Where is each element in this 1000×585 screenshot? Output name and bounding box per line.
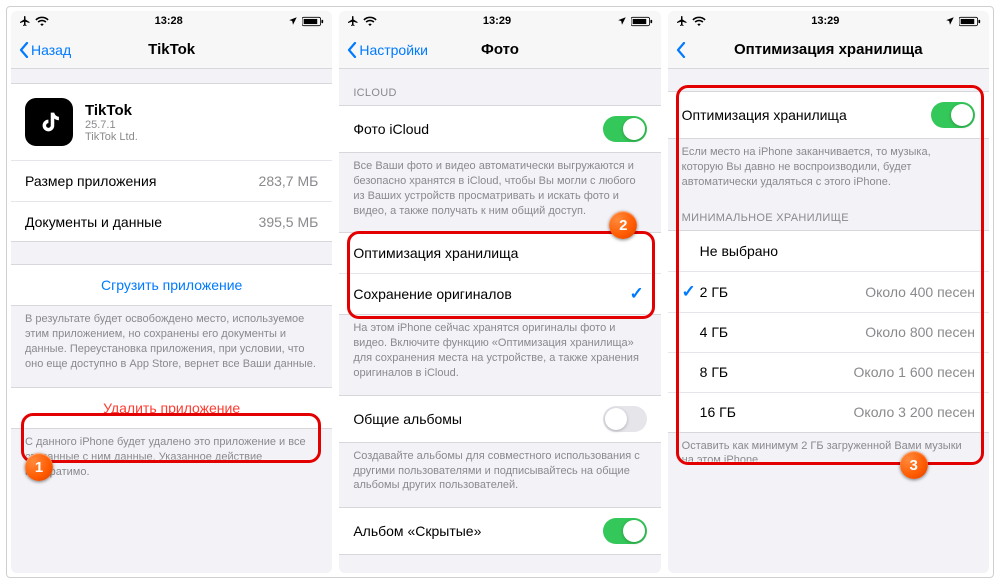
min-storage-group: Не выбрано✓2 ГБОколо 400 песен4 ГБОколо …	[668, 230, 989, 433]
optimize-description: На этом iPhone сейчас хранятся оригиналы…	[339, 315, 660, 384]
app-vendor: TikTok Ltd.	[85, 131, 138, 143]
hidden-album-toggle[interactable]	[603, 518, 647, 544]
storage-option-row[interactable]: ✓2 ГБОколо 400 песен	[668, 271, 989, 312]
icloud-photos-toggle[interactable]	[603, 116, 647, 142]
delete-app-button[interactable]: Удалить приложение	[11, 388, 332, 428]
checkmark-icon: ✓	[678, 282, 700, 302]
battery-icon	[302, 16, 324, 27]
battery-icon	[631, 16, 653, 27]
chevron-left-icon	[19, 42, 29, 58]
row-app-size: Размер приложения 283,7 МБ	[11, 161, 332, 201]
value: 395,5 МБ	[259, 214, 319, 230]
label: Размер приложения	[25, 173, 259, 189]
screenshot-tiktok-storage: 13:28 Назад TikTok TikTok	[11, 11, 332, 573]
minimum-description: Оставить как минимум 2 ГБ загруженной Ва…	[668, 433, 989, 473]
airplane-icon	[347, 15, 359, 27]
chevron-left-icon	[676, 42, 686, 58]
screenshot-photos-settings: 13:29 Настройки Фото ICLOUD Фото iCloud …	[339, 11, 660, 573]
storage-option-row[interactable]: Не выбрано	[668, 231, 989, 271]
location-icon	[288, 16, 298, 26]
row-optimize-main[interactable]: Оптимизация хранилища	[668, 92, 989, 138]
value: 283,7 МБ	[259, 173, 319, 189]
status-bar: 13:29	[339, 11, 660, 31]
wifi-icon	[363, 16, 377, 26]
optimize-main-description: Если место на iPhone заканчивается, то м…	[668, 139, 989, 194]
nav-bar: Настройки Фото	[339, 31, 660, 69]
offload-description: В результате будет освобождено место, ис…	[11, 306, 332, 375]
offload-app-button[interactable]: Сгрузить приложение	[11, 265, 332, 305]
storage-option-row[interactable]: 8 ГБОколо 1 600 песен	[668, 352, 989, 392]
airplane-icon	[676, 15, 688, 27]
option-label: 16 ГБ	[700, 404, 854, 420]
tiktok-app-icon	[25, 98, 73, 146]
option-value: Около 3 200 песен	[854, 404, 975, 420]
status-time: 13:29	[811, 15, 839, 27]
screenshot-music-optimize: 13:29 Оптимизация хранилища Оптимизация …	[668, 11, 989, 573]
status-bar: 13:28	[11, 11, 332, 31]
back-label: Настройки	[359, 42, 428, 58]
storage-option-row[interactable]: 4 ГБОколо 800 песен	[668, 312, 989, 352]
row-hidden-album[interactable]: Альбом «Скрытые»	[339, 508, 660, 554]
back-button[interactable]: Настройки	[347, 42, 428, 58]
row-optimize-storage[interactable]: Оптимизация хранилища	[339, 233, 660, 273]
back-button[interactable]: Назад	[19, 42, 71, 58]
nav-bar: Оптимизация хранилища	[668, 31, 989, 69]
row-shared-albums[interactable]: Общие альбомы	[339, 396, 660, 442]
wifi-icon	[35, 16, 49, 26]
status-bar: 13:29	[668, 11, 989, 31]
checkmark-icon: ✓	[627, 284, 647, 304]
icloud-description: Все Ваши фото и видео автоматически выгр…	[339, 153, 660, 222]
label: Документы и данные	[25, 214, 259, 230]
shared-albums-toggle[interactable]	[603, 406, 647, 432]
app-version: 25.7.1	[85, 119, 138, 131]
back-button[interactable]	[676, 42, 686, 58]
option-value: Около 400 песен	[865, 284, 975, 300]
status-time: 13:29	[483, 15, 511, 27]
shared-description: Создавайте альбомы для совместного испол…	[339, 443, 660, 498]
back-label: Назад	[31, 42, 71, 58]
wifi-icon	[692, 16, 706, 26]
app-header: TikTok 25.7.1 TikTok Ltd.	[11, 84, 332, 161]
row-docs-data: Документы и данные 395,5 МБ	[11, 201, 332, 241]
row-keep-originals[interactable]: Сохранение оригиналов ✓	[339, 273, 660, 314]
section-header-minimum: МИНИМАЛЬНОЕ ХРАНИЛИЩЕ	[668, 194, 989, 230]
delete-description: С данного iPhone будет удалено это прило…	[11, 429, 332, 484]
location-icon	[945, 16, 955, 26]
option-value: Около 800 песен	[865, 324, 975, 340]
airplane-icon	[19, 15, 31, 27]
section-header-icloud: ICLOUD	[339, 69, 660, 105]
storage-option-row[interactable]: 16 ГБОколо 3 200 песен	[668, 392, 989, 432]
option-label: Не выбрано	[700, 243, 975, 259]
location-icon	[617, 16, 627, 26]
option-value: Около 1 600 песен	[854, 364, 975, 380]
app-name: TikTok	[85, 102, 138, 119]
battery-icon	[959, 16, 981, 27]
option-label: 2 ГБ	[700, 284, 866, 300]
option-label: 4 ГБ	[700, 324, 866, 340]
page-title: Оптимизация хранилища	[668, 31, 989, 68]
optimize-storage-toggle[interactable]	[931, 102, 975, 128]
row-icloud-photos[interactable]: Фото iCloud	[339, 106, 660, 152]
chevron-left-icon	[347, 42, 357, 58]
status-time: 13:28	[155, 15, 183, 27]
nav-bar: Назад TikTok	[11, 31, 332, 69]
option-label: 8 ГБ	[700, 364, 854, 380]
